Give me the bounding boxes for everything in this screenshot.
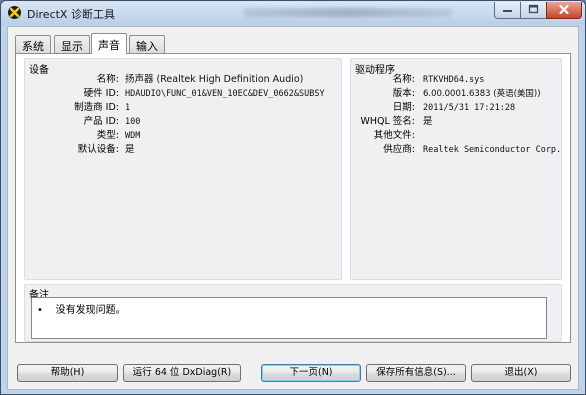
notes-textbox[interactable]: • 没有发现问题。: [31, 297, 547, 339]
device-section-title: 设备: [29, 65, 49, 76]
notes-list-item: • 没有发现问题。: [37, 305, 126, 316]
blurred-title-overlay: [243, 8, 453, 17]
window-title: DirectX 诊断工具: [27, 8, 115, 21]
tab-sound[interactable]: 声音: [91, 33, 127, 54]
tab-input[interactable]: 输入: [129, 35, 165, 53]
default-device-value: 是: [125, 144, 135, 155]
device-group: 设备 名称: 扬声器 (Realtek High Definition Audi…: [24, 58, 342, 280]
hardware-id-label: 硬件 ID:: [83, 88, 119, 99]
dialog-body: 系统 显示 声音 输入 设备 名称: 扬声器 (Realtek High Def…: [7, 26, 579, 390]
title-bar[interactable]: DirectX 诊断工具: [1, 1, 585, 25]
provider-value: Realtek Semiconductor Corp.: [423, 145, 562, 155]
sound-tab-panel: 设备 名称: 扬声器 (Realtek High Definition Audi…: [15, 53, 571, 343]
driver-version-value: 6.00.0001.6383 (英语(美国)): [423, 89, 541, 99]
dxdiag-window: DirectX 诊断工具 系统 显示 声音 输入 设备 名称: 扬声器 (Rea…: [0, 0, 586, 395]
driver-name-label: 名称:: [392, 74, 415, 85]
driver-name-value: RTKVHD64.sys: [423, 75, 485, 85]
minimize-icon: [503, 10, 512, 12]
default-device-label: 默认设备:: [77, 144, 119, 155]
directx-app-icon: [8, 6, 21, 19]
provider-label: 供应商:: [383, 144, 415, 155]
driver-version-label: 版本:: [392, 88, 415, 99]
manufacturer-id-label: 制造商 ID:: [74, 102, 119, 113]
run-64bit-dxdiag-button[interactable]: 运行 64 位 DxDiag(R): [123, 364, 241, 382]
product-id-label: 产品 ID:: [83, 116, 119, 127]
driver-group: 驱动程序 名称: RTKVHD64.sys 版本: 6.00.0001.6383…: [350, 58, 562, 280]
maximize-button[interactable]: [520, 2, 547, 19]
tab-display[interactable]: 显示: [54, 35, 90, 53]
exit-button[interactable]: 退出(X): [471, 364, 571, 382]
notes-group: 备注 • 没有发现问题。: [24, 284, 562, 342]
next-page-button[interactable]: 下一页(N): [261, 364, 361, 382]
driver-section-title: 驱动程序: [355, 65, 395, 76]
driver-date-value: 2011/5/31 17:21:28: [423, 103, 516, 113]
type-label: 类型:: [96, 130, 119, 141]
hardware-id-value: HDAUDIO\FUNC_01&VEN_10EC&DEV_0662&SUBSYS…: [125, 89, 325, 99]
tab-system[interactable]: 系统: [15, 35, 51, 53]
whql-value: 是: [423, 116, 433, 127]
notes-item-text: 没有发现问题。: [55, 305, 126, 316]
device-name-value: 扬声器 (Realtek High Definition Audio): [125, 74, 304, 85]
device-name-label: 名称:: [96, 74, 119, 85]
close-button[interactable]: [546, 2, 582, 19]
minimize-button[interactable]: [494, 2, 521, 19]
help-button[interactable]: 帮助(H): [17, 364, 118, 382]
other-files-label: 其他文件:: [373, 130, 415, 141]
whql-label: WHQL 签名:: [360, 116, 415, 127]
product-id-value: 100: [125, 117, 141, 127]
save-all-info-button[interactable]: 保存所有信息(S)...: [366, 364, 466, 382]
maximize-icon: [528, 4, 539, 14]
type-value: WDM: [125, 131, 141, 141]
close-icon: [559, 4, 569, 15]
manufacturer-id-value: 1: [125, 103, 131, 113]
driver-date-label: 日期:: [392, 102, 415, 113]
